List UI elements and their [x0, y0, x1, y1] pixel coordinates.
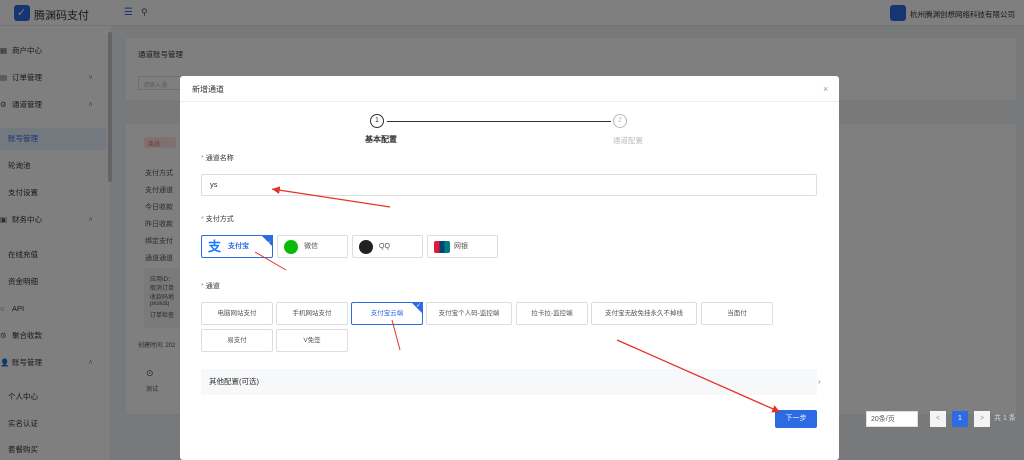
option-label: 拉卡拉-监控端	[531, 310, 573, 317]
channel-name-input[interactable]: ys	[201, 174, 817, 196]
current-page-button[interactable]: 1	[952, 411, 968, 427]
payment-option-unionpay[interactable]: 网银	[427, 235, 498, 258]
total-count: 共 1 条	[994, 415, 1016, 422]
required-mark: *	[201, 216, 204, 223]
add-channel-dialog: 新增通道 × 1 2 基本配置 通道配置 * 通道名称 ys * 支付方式 支 支付…	[180, 76, 839, 460]
required-mark: *	[201, 155, 204, 162]
payment-option-wechat[interactable]: 微信	[277, 235, 348, 258]
step-connector	[387, 121, 611, 122]
option-label: 支付宝	[228, 243, 249, 250]
channel-label: * 通道	[201, 281, 220, 291]
option-label: 支付宝个人码-监控端	[438, 310, 500, 317]
unionpay-icon	[434, 241, 450, 253]
step-1-label: 基本配置	[365, 135, 397, 144]
channel-option-selected[interactable]: 支付宝云端 ✓	[351, 302, 423, 325]
channel-option[interactable]: V免签	[276, 329, 348, 352]
prev-page-button[interactable]: <	[930, 411, 946, 427]
check-icon: ✓	[265, 241, 271, 247]
required-mark: *	[201, 283, 204, 290]
option-label: 微信	[304, 243, 318, 250]
collapse-label: 其他配置(可选)	[209, 377, 259, 386]
option-label: 支付宝云端	[370, 310, 404, 317]
chevron-right-icon: ›	[818, 377, 821, 386]
option-label: 网银	[454, 243, 468, 250]
check-icon: ✓	[415, 303, 421, 309]
option-label: 当面付	[727, 310, 747, 317]
divider	[180, 101, 839, 102]
step-2-label: 通道配置	[613, 136, 643, 145]
payment-method-label: * 支付方式	[201, 214, 234, 224]
other-config-collapse[interactable]: 其他配置(可选) ›	[201, 369, 821, 395]
channel-option[interactable]: 当面付	[701, 302, 773, 325]
step-2-indicator: 2	[613, 114, 627, 128]
label-text: 支付方式	[205, 216, 234, 223]
next-page-button[interactable]: >	[974, 411, 990, 427]
label-text: 通道名称	[205, 155, 234, 162]
channel-name-label: * 通道名称	[201, 153, 234, 163]
alipay-icon: 支	[208, 239, 222, 254]
page-size-select[interactable]: 20条/页	[866, 411, 918, 427]
payment-option-qq[interactable]: QQ	[352, 235, 423, 258]
close-icon[interactable]: ×	[823, 84, 828, 94]
option-label: 手机网站支付	[292, 310, 332, 317]
next-step-button[interactable]: 下一步	[775, 410, 817, 428]
option-label: QQ	[379, 243, 390, 250]
payment-option-alipay[interactable]: 支 支付宝 ✓	[201, 235, 273, 258]
label-text: 通道	[205, 283, 220, 290]
option-label: 支付宝无敌免挂永久不掉线	[605, 310, 683, 317]
wechat-icon	[284, 240, 298, 254]
option-label: 电脑网站支付	[217, 310, 257, 317]
channel-option[interactable]: 支付宝个人码-监控端	[426, 302, 512, 325]
channel-option[interactable]: 支付宝无敌免挂永久不掉线	[591, 302, 697, 325]
option-label: 易支付	[227, 337, 247, 344]
channel-option[interactable]: 易支付	[201, 329, 273, 352]
step-1-indicator: 1	[370, 114, 384, 128]
qq-icon	[359, 240, 373, 254]
option-label: V免签	[303, 337, 321, 344]
dialog-title: 新增通道	[192, 85, 224, 94]
channel-option[interactable]: 手机网站支付	[276, 302, 348, 325]
channel-option[interactable]: 电脑网站支付	[201, 302, 273, 325]
channel-option[interactable]: 拉卡拉-监控端	[516, 302, 588, 325]
